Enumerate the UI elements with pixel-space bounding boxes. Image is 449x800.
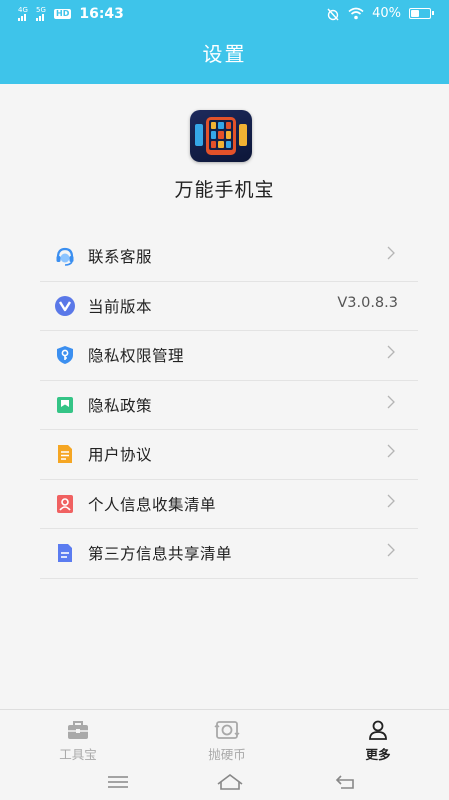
system-nav-bar bbox=[0, 766, 449, 800]
network-type-2: 5G bbox=[36, 6, 46, 14]
menu-item-privacy-policy[interactable]: 隐私政策 bbox=[40, 381, 418, 430]
person-icon bbox=[338, 718, 418, 742]
tab-coin-flip[interactable]: 抛硬币 bbox=[187, 718, 267, 763]
back-icon[interactable] bbox=[333, 772, 359, 792]
menu-item-privacy-permissions[interactable]: 隐私权限管理 bbox=[40, 331, 418, 381]
list-doc-icon bbox=[54, 542, 76, 564]
alarm-off-icon bbox=[327, 8, 339, 20]
chevron-right-icon bbox=[387, 345, 395, 359]
menu-item-current-version[interactable]: 当前版本 V3.0.8.3 bbox=[40, 282, 418, 331]
policy-book-icon bbox=[54, 394, 76, 416]
header-bar: 设置 bbox=[0, 30, 449, 84]
headset-icon bbox=[54, 245, 76, 267]
tab-label: 更多 bbox=[365, 747, 391, 762]
signal-5g-icon: 5G bbox=[36, 7, 50, 21]
menu-item-label: 用户协议 bbox=[88, 446, 153, 465]
menu-item-third-party-sharing-list[interactable]: 第三方信息共享清单 bbox=[40, 529, 418, 579]
settings-menu: 联系客服 当前版本 V3.0.8.3 隐私权限管理 隐私政策 用户协议 个人信息… bbox=[40, 232, 418, 579]
battery-icon bbox=[409, 8, 434, 19]
status-time: 16:43 bbox=[79, 6, 124, 22]
version-value: V3.0.8.3 bbox=[337, 294, 398, 311]
phone-app-logo-icon bbox=[190, 110, 252, 162]
signal-4g-icon: 4G bbox=[18, 7, 32, 21]
menu-item-label: 个人信息收集清单 bbox=[88, 495, 217, 514]
tab-label: 工具宝 bbox=[59, 747, 97, 762]
coin-flip-icon bbox=[187, 718, 267, 742]
chevron-right-icon bbox=[387, 494, 395, 507]
tab-toolbox[interactable]: 工具宝 bbox=[38, 718, 118, 763]
menu-item-label: 隐私政策 bbox=[88, 396, 153, 415]
wifi-icon bbox=[348, 7, 364, 20]
shield-key-icon bbox=[54, 344, 76, 366]
home-icon[interactable] bbox=[215, 772, 245, 792]
menu-item-user-agreement[interactable]: 用户协议 bbox=[40, 430, 418, 480]
chevron-right-icon bbox=[387, 444, 395, 458]
chevron-right-icon bbox=[387, 246, 395, 260]
chevron-right-icon bbox=[387, 395, 395, 408]
app-name: 万能手机宝 bbox=[174, 179, 275, 201]
version-v-icon bbox=[54, 295, 76, 317]
menu-item-label: 联系客服 bbox=[88, 248, 153, 267]
status-bar: 4G 5G HD 16:43 40% bbox=[0, 0, 449, 30]
menu-item-label: 隐私权限管理 bbox=[88, 347, 185, 366]
toolbox-icon bbox=[38, 718, 118, 742]
person-card-icon bbox=[54, 493, 76, 515]
network-type-1: 4G bbox=[18, 6, 28, 14]
hd-badge: HD bbox=[54, 9, 72, 19]
menu-icon[interactable] bbox=[105, 772, 131, 792]
tab-more[interactable]: 更多 bbox=[338, 718, 418, 763]
menu-item-personal-info-list[interactable]: 个人信息收集清单 bbox=[40, 480, 418, 529]
chevron-right-icon bbox=[387, 543, 395, 557]
menu-item-label: 当前版本 bbox=[88, 297, 153, 316]
tab-label: 抛硬币 bbox=[208, 747, 246, 762]
bottom-tab-bar: 工具宝 抛硬币 更多 bbox=[0, 710, 449, 766]
menu-item-label: 第三方信息共享清单 bbox=[88, 545, 233, 564]
document-icon bbox=[54, 443, 76, 465]
menu-item-contact-support[interactable]: 联系客服 bbox=[40, 232, 418, 282]
page-title: 设置 bbox=[202, 42, 247, 66]
battery-percent: 40% bbox=[372, 6, 401, 21]
